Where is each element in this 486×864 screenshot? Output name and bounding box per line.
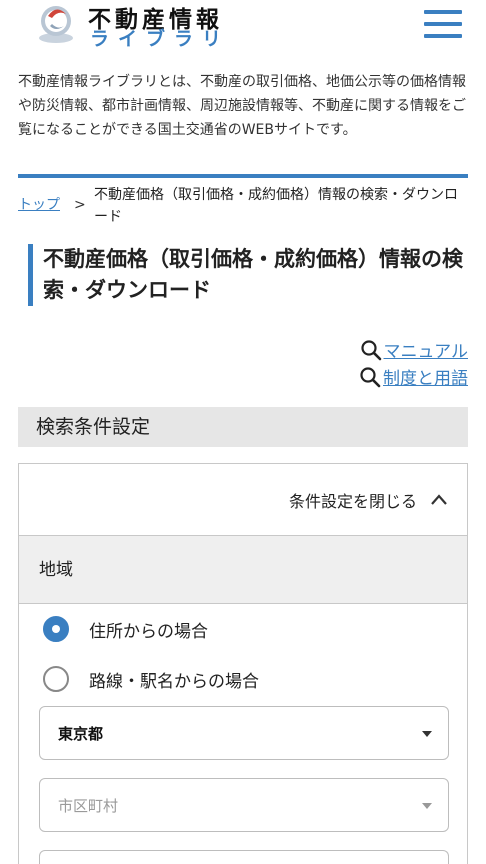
breadcrumb-home-link[interactable]: トップ — [18, 194, 60, 216]
radio-by-line-station[interactable]: 路線・駅名からの場合 — [43, 666, 259, 692]
breadcrumb-separator: > — [74, 197, 86, 213]
logo-mark-icon — [39, 6, 73, 43]
city-select-placeholder: 市区町村 — [58, 797, 119, 815]
radio-by-address-label[interactable]: 住所からの場合 — [89, 617, 208, 642]
radio-checked-icon[interactable] — [43, 616, 69, 642]
dropdown-caret-icon — [422, 803, 432, 809]
radio-unchecked-icon[interactable] — [43, 666, 69, 692]
manual-link[interactable]: マニュアル — [360, 337, 469, 362]
radio-by-line-station-label[interactable]: 路線・駅名からの場合 — [89, 667, 259, 692]
logo-text-line2[interactable]: ライブラリ — [90, 24, 230, 51]
prefecture-select[interactable]: 東京都 — [39, 706, 449, 760]
search-conditions-panel: 条件設定を閉じる 地域 住所からの場合 路線・駅名からの場合 東京都 市区町村 — [18, 463, 468, 864]
terms-link-label[interactable]: 制度と用語 — [383, 364, 468, 389]
close-conditions-toggle[interactable]: 条件設定を閉じる — [19, 464, 467, 536]
city-select[interactable]: 市区町村 — [39, 778, 449, 832]
site-intro-text: 不動産情報ライブラリとは、不動産の取引価格、地価公示等の価格情報や防災情報、都市… — [18, 74, 466, 138]
prefecture-select-value: 東京都 — [58, 725, 104, 743]
toggle-label[interactable]: 条件設定を閉じる — [289, 488, 417, 512]
header-divider — [18, 174, 468, 178]
chevron-up-icon[interactable] — [429, 490, 449, 510]
site-header: 不動産情報 ライブラリ — [0, 0, 486, 60]
search-conditions-heading: 検索条件設定 — [18, 407, 468, 447]
page-title: 不動産価格（取引価格・成約価格）情報の検索・ダウンロード — [28, 244, 470, 306]
terms-link[interactable]: 制度と用語 — [359, 364, 468, 389]
district-select[interactable] — [39, 850, 449, 864]
search-icon — [360, 366, 381, 387]
search-icon — [360, 339, 381, 360]
dropdown-caret-icon — [422, 731, 432, 737]
breadcrumb-current: 不動産価格（取引価格・成約価格）情報の検索・ダウンロード — [94, 187, 458, 225]
radio-by-address[interactable]: 住所からの場合 — [43, 616, 208, 642]
region-heading: 地域 — [19, 536, 467, 604]
manual-link-label[interactable]: マニュアル — [384, 337, 469, 362]
hamburger-menu-icon[interactable] — [424, 10, 462, 40]
